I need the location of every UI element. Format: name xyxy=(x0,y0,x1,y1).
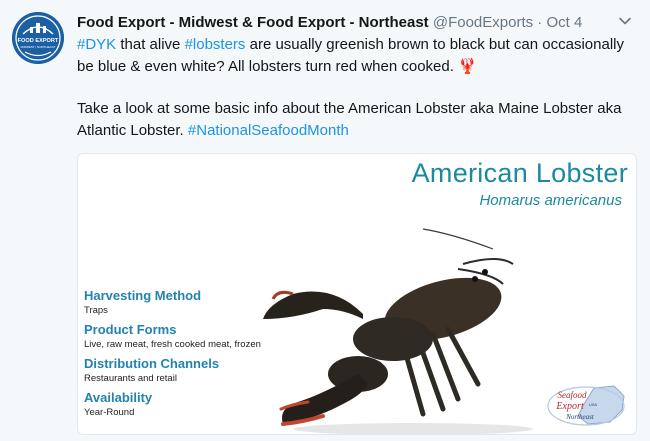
hashtag-dyk[interactable]: #DYK xyxy=(77,36,116,53)
section-heading: Distribution Channels xyxy=(84,356,220,371)
section-heading: Harvesting Method xyxy=(84,288,202,303)
author-name[interactable]: Food Export - Midwest & Food Export - No… xyxy=(77,14,429,31)
tweet-paragraph-2: Take a look at some basic info about the… xyxy=(77,100,622,139)
tweet[interactable]: FOOD EXPORT MIDWEST | NORTHEAST Food Exp… xyxy=(0,0,650,441)
card-title: American Lobster xyxy=(411,158,628,188)
section-heading: Product Forms xyxy=(84,322,177,337)
tweet-date[interactable]: Oct 4 xyxy=(546,14,582,31)
hashtag-lobsters[interactable]: #lobsters xyxy=(185,36,246,53)
section-heading: Availability xyxy=(84,390,153,405)
logo-text: FOOD EXPORT xyxy=(18,38,59,44)
avatar[interactable]: FOOD EXPORT MIDWEST | NORTHEAST xyxy=(12,12,64,64)
info-list: Harvesting Method Traps Product Forms Li… xyxy=(84,288,314,424)
author-handle[interactable]: @FoodExports xyxy=(433,14,533,31)
seal-text-small: USA xyxy=(589,402,598,407)
seal-text-1: Seafood xyxy=(558,390,587,400)
seal-text-3: Northeast xyxy=(565,413,595,421)
chevron-down-icon[interactable] xyxy=(618,14,632,28)
food-export-logo: FOOD EXPORT MIDWEST | NORTHEAST xyxy=(12,12,64,64)
seafood-export-seal: Seafood Export USA Northeast xyxy=(547,385,625,426)
tweet-header: Food Export - Midwest & Food Export - No… xyxy=(77,13,582,33)
section-value: Restaurants and retail xyxy=(84,373,177,384)
section-value: Year-Round xyxy=(84,407,135,418)
seal-text-2: Export xyxy=(555,401,583,412)
separator-dot: · xyxy=(537,14,543,31)
section-value: Live, raw meat, fresh cooked meat, froze… xyxy=(84,339,261,350)
hashtag-national-seafood-month[interactable]: #NationalSeafoodMonth xyxy=(188,122,349,139)
tweet-paragraph-1: #DYK that alive #lobsters are usually gr… xyxy=(77,36,624,75)
media-card[interactable]: American Lobster Homarus americanus Harv… xyxy=(77,153,637,435)
logo-subtext: MIDWEST | NORTHEAST xyxy=(20,45,55,49)
section-value: Traps xyxy=(84,305,108,316)
tweet-text: #DYK that alive #lobsters are usually gr… xyxy=(77,34,637,141)
card-subtitle: Homarus americanus xyxy=(479,192,622,209)
